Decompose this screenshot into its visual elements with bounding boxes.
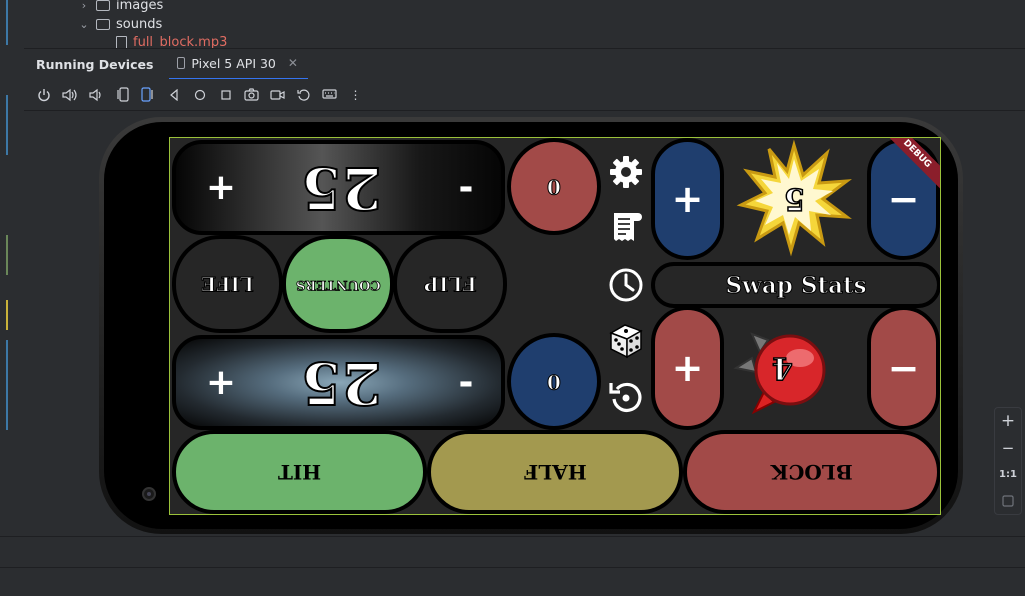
swap-stats-button[interactable]: Swap Stats (651, 262, 940, 308)
player-life-value: 25 (281, 339, 401, 426)
history-log-icon[interactable] (607, 208, 647, 248)
opponent-life-value: 25 (281, 144, 401, 231)
swap-stats-label: Swap Stats (725, 271, 867, 299)
front-camera (142, 487, 156, 501)
tree-item-sounds[interactable]: ⌄ sounds (78, 13, 162, 35)
folder-icon (96, 0, 110, 11)
defense-minus-button[interactable]: − (867, 306, 940, 430)
home-icon[interactable] (191, 86, 208, 103)
player-counter[interactable]: 0 (507, 333, 601, 430)
editor-gutter (0, 0, 24, 596)
counter-value: 0 (547, 369, 562, 394)
counter-value: 0 (547, 174, 562, 199)
half-label: HALF (523, 460, 587, 484)
defense-value: 4 (771, 349, 793, 386)
life-button[interactable]: LIFE (172, 235, 283, 333)
phone-icon (177, 57, 186, 69)
half-button[interactable]: HALF (427, 430, 683, 514)
reset-icon[interactable] (295, 86, 312, 103)
project-tree: › images ⌄ sounds full_block.mp3 (24, 0, 1025, 49)
device-toolbar: ⋮ (24, 79, 1025, 111)
keyboard-icon[interactable] (321, 86, 338, 103)
opponent-counter[interactable]: 0 (507, 138, 601, 235)
back-icon[interactable] (165, 86, 182, 103)
gutter-marker (6, 95, 8, 155)
reset-icon[interactable] (606, 377, 646, 417)
block-label: BLOCK (771, 460, 853, 484)
life-value-text: 25 (300, 153, 383, 223)
tree-item-label: sounds (116, 16, 163, 32)
opponent-life-bar: + 25 - (172, 140, 505, 235)
dice-icon[interactable] (604, 318, 648, 362)
tree-item-file[interactable]: full_block.mp3 (116, 35, 227, 49)
block-button[interactable]: BLOCK (683, 430, 940, 514)
player-life-bar: + 25 - (172, 335, 505, 430)
clock-icon[interactable] (606, 265, 646, 305)
hit-label: HIT (277, 460, 322, 484)
defense-minus-label: − (887, 346, 920, 390)
attack-minus-label: − (887, 177, 920, 221)
gutter-marker (6, 235, 8, 275)
zoom-in-button[interactable]: + (995, 408, 1021, 435)
flip-button[interactable]: FLIP (393, 235, 507, 333)
tab-device[interactable]: Pixel 5 API 30 ✕ (169, 49, 308, 80)
folder-icon (96, 18, 110, 30)
tab-label: Pixel 5 API 30 (191, 55, 276, 71)
volume-up-icon[interactable] (61, 86, 78, 103)
opponent-life-minus-button[interactable]: - (431, 144, 501, 231)
defense-heart-icon: 4 (732, 312, 842, 424)
zoom-fit-icon[interactable] (995, 488, 1021, 515)
player-life-minus-button[interactable]: - (431, 339, 501, 426)
gutter-marker (6, 0, 8, 45)
attack-value: 5 (783, 180, 805, 217)
volume-down-icon[interactable] (87, 86, 104, 103)
chevron-down-icon: ⌄ (79, 17, 89, 31)
defense-plus-button[interactable]: + (651, 306, 724, 430)
divider (0, 567, 1025, 568)
bottom-pane (0, 536, 1025, 596)
tool-window-title: Running Devices (36, 56, 154, 72)
rotate-left-icon[interactable] (113, 86, 130, 103)
tree-item-label: full_block.mp3 (133, 35, 228, 49)
life-value-text: 25 (300, 348, 383, 418)
overview-icon[interactable] (217, 86, 234, 103)
counters-label: COUNTERS (295, 276, 381, 292)
attack-plus-label: + (671, 177, 704, 221)
attack-plus-button[interactable]: + (651, 138, 724, 260)
life-label: LIFE (201, 272, 255, 297)
flip-label: FLIP (423, 272, 477, 297)
power-icon[interactable] (35, 86, 52, 103)
rotate-right-icon[interactable] (139, 86, 156, 103)
record-icon[interactable] (269, 86, 286, 103)
zoom-out-button[interactable]: − (995, 435, 1021, 462)
player-life-plus-button[interactable]: + (186, 339, 256, 426)
opponent-life-plus-button[interactable]: + (186, 144, 256, 231)
game-screen: + 25 - 0 LIFE COUNTERS FLIP + 25 - 0 + 5… (169, 137, 941, 515)
attack-star-icon: 5 (735, 138, 853, 258)
more-options-icon[interactable]: ⋮ (347, 86, 364, 103)
tool-window-header: Running Devices Pixel 5 API 30 ✕ (24, 48, 1025, 80)
zoom-controls: + − 1:1 (994, 407, 1022, 515)
camera-icon[interactable] (243, 86, 260, 103)
close-icon[interactable]: ✕ (288, 56, 298, 70)
tree-item-label: images (116, 0, 164, 13)
hit-button[interactable]: HIT (172, 430, 427, 514)
zoom-actual-button[interactable]: 1:1 (995, 461, 1021, 488)
counters-button[interactable]: COUNTERS (282, 235, 394, 333)
settings-gear-icon[interactable] (606, 152, 646, 192)
defense-plus-label: + (671, 346, 704, 390)
gutter-marker (6, 340, 8, 430)
file-icon (116, 35, 127, 49)
gutter-marker (6, 300, 8, 330)
chevron-right-icon: › (81, 0, 87, 12)
